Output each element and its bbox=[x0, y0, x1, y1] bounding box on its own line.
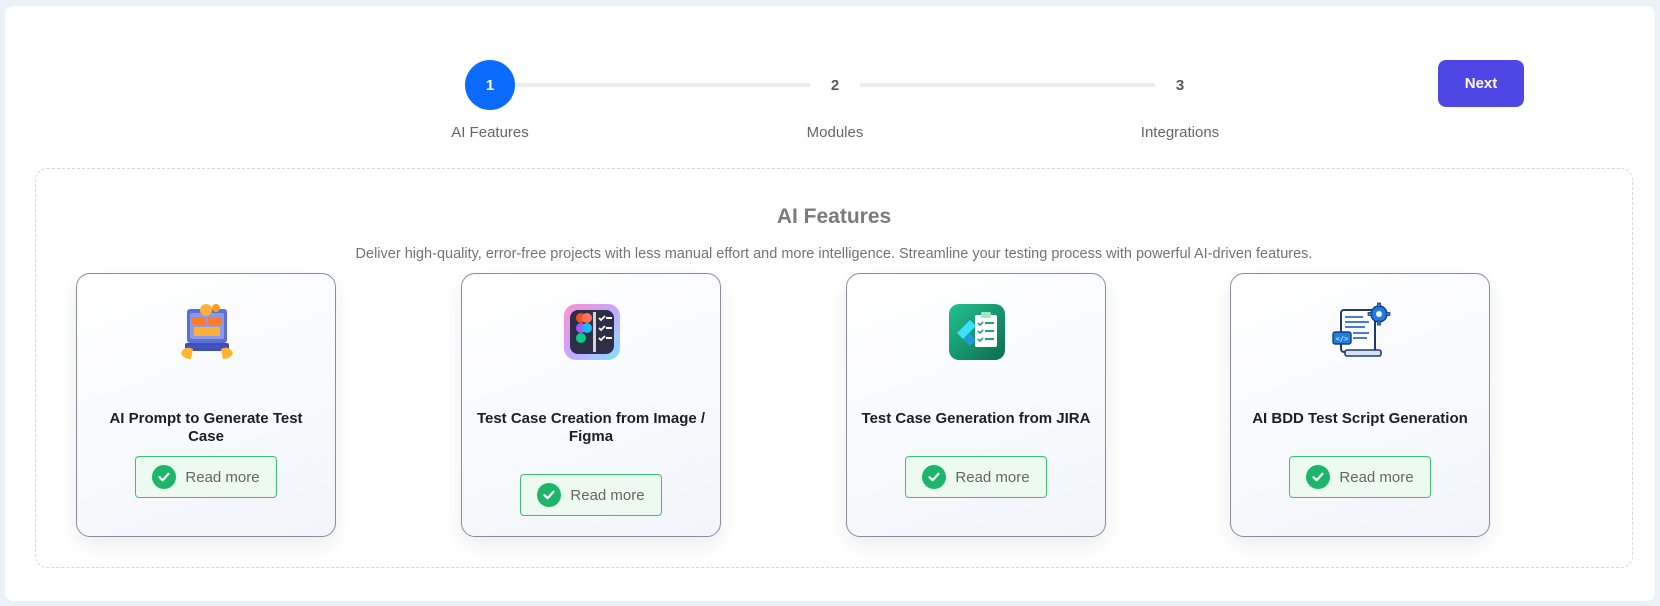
read-more-label: Read more bbox=[955, 468, 1030, 486]
feature-card-bdd[interactable]: </> AI BDD Test Script Generation Read m… bbox=[1230, 273, 1490, 537]
read-more-label: Read more bbox=[570, 486, 645, 504]
section-title: AI Features bbox=[776, 205, 892, 228]
card-title: Test Case Creation from Image / Figma bbox=[476, 410, 706, 445]
read-more-label: Read more bbox=[185, 468, 260, 486]
read-more-button[interactable]: Read more bbox=[905, 456, 1047, 498]
ai-features-section: AI Features Deliver high-quality, error-… bbox=[35, 168, 1633, 568]
step-3-label: Integrations bbox=[1140, 124, 1220, 141]
card-title: AI Prompt to Generate Test Case bbox=[109, 410, 303, 445]
next-button[interactable]: Next bbox=[1438, 60, 1524, 107]
read-more-label: Read more bbox=[1339, 468, 1414, 486]
card-title: AI BDD Test Script Generation bbox=[1252, 410, 1468, 427]
section-description: Deliver high-quality, error-free project… bbox=[355, 246, 1313, 262]
bdd-script-icon: </> bbox=[1331, 302, 1391, 362]
svg-text:</>: </> bbox=[1336, 335, 1349, 343]
ai-prompt-icon bbox=[177, 302, 237, 362]
step-2-label: Modules bbox=[806, 124, 864, 141]
read-more-button[interactable]: Read more bbox=[520, 474, 662, 516]
stepper: 1 AI Features 2 Modules 3 Integrations N… bbox=[5, 6, 1655, 166]
jira-clipboard-icon bbox=[947, 302, 1007, 362]
step-2-circle[interactable]: 2 bbox=[810, 60, 860, 110]
check-icon bbox=[922, 465, 947, 489]
card-title: Test Case Generation from JIRA bbox=[861, 410, 1091, 427]
main-panel: 1 AI Features 2 Modules 3 Integrations N… bbox=[5, 6, 1655, 601]
step-1-circle[interactable]: 1 bbox=[465, 60, 515, 110]
read-more-button[interactable]: Read more bbox=[135, 456, 277, 498]
feature-card-ai-prompt[interactable]: AI Prompt to Generate Test Case Read mor… bbox=[76, 273, 336, 537]
check-icon bbox=[537, 483, 562, 507]
figma-checklist-icon bbox=[562, 302, 622, 362]
step-1-label: AI Features bbox=[451, 124, 529, 141]
feature-card-jira[interactable]: Test Case Generation from JIRA Read more bbox=[846, 273, 1106, 537]
check-icon bbox=[1306, 465, 1331, 489]
check-icon bbox=[152, 465, 177, 489]
feature-card-image-figma[interactable]: Test Case Creation from Image / Figma Re… bbox=[461, 273, 721, 537]
step-3-circle[interactable]: 3 bbox=[1155, 60, 1205, 110]
read-more-button[interactable]: Read more bbox=[1289, 456, 1431, 498]
